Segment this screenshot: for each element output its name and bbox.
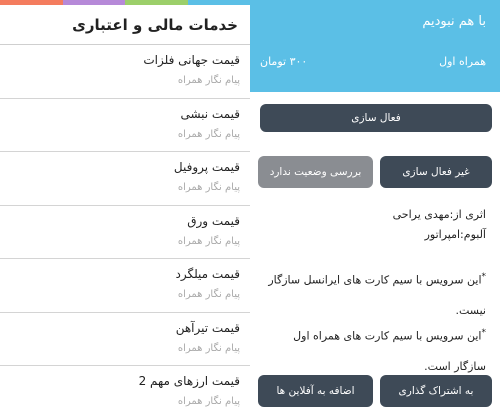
service-provider: پیام نگار همراه [177, 128, 240, 140]
note-star: * [481, 328, 487, 338]
service-name: قیمت نبشی [180, 106, 240, 121]
service-list-item[interactable]: قیمت میلگرد پیام نگار همراه [0, 259, 250, 313]
service-name: قیمت میلگرد [175, 267, 240, 281]
service-list-item[interactable]: قیمت تیرآهن پیام نگار همراه [0, 313, 250, 366]
check-status-button[interactable]: بررسی وضعیت ندارد [258, 156, 373, 188]
note-star: * [481, 272, 487, 282]
note-text: این سرویس با سیم کارت های همراه اول سازگ… [293, 329, 486, 373]
artist-label: اثری از:مهدی یراحی [392, 208, 486, 221]
compatibility-note-hamrahaval: *این سرویس با سیم کارت های همراه اول ساز… [261, 318, 486, 382]
compatibility-note-irancell: *این سرویس با سیم کارت های ایرانسل سازگا… [261, 262, 486, 326]
price-label: ۳۰۰ تومان [260, 55, 308, 68]
service-provider: پیام نگار همراه [177, 75, 240, 86]
service-name: قیمت جهانی فلزات [143, 53, 240, 67]
services-title: خدمات مالی و اعتباری [0, 5, 250, 45]
service-detail-panel: با هم نبودیم همراه اول ۳۰۰ تومان فعال سا… [250, 0, 500, 415]
operator-label: همراه اول [439, 55, 486, 68]
note-text: این سرویس با سیم کارت های ایرانسل سازگار… [268, 273, 486, 317]
service-name: قیمت پروفیل [173, 160, 240, 174]
service-provider: پیام نگار همراه [177, 235, 240, 247]
deactivate-button[interactable]: غیر فعال سازی [380, 156, 492, 188]
service-list-item[interactable]: قیمت جهانی فلزات پیام نگار همراه [0, 45, 250, 99]
service-provider: پیام نگار همراه [177, 396, 240, 407]
service-provider: پیام نگار همراه [177, 342, 240, 354]
service-list-item[interactable]: قیمت پروفیل پیام نگار همراه [0, 152, 250, 206]
service-provider: پیام نگار همراه [177, 182, 240, 193]
add-offline-button[interactable]: اضافه به آفلاین ها [258, 375, 373, 407]
services-list: قیمت جهانی فلزات پیام نگار همراه قیمت نبشی… [0, 45, 250, 415]
service-name: قیمت تیرآهن [175, 320, 240, 335]
share-button[interactable]: به اشتراک گذاری [380, 375, 492, 407]
service-title: با هم نبودیم [422, 14, 486, 29]
services-panel: خدمات مالی و اعتباری قیمت جهانی فلزات پیا… [0, 0, 250, 415]
service-provider: پیام نگار همراه [177, 289, 240, 300]
service-list-item[interactable]: قیمت ارزهای مهم 2 پیام نگار همراه [0, 366, 250, 415]
service-list-item[interactable]: قیمت ورق پیام نگار همراه [0, 206, 250, 259]
service-list-item[interactable]: قیمت نبشی پیام نگار همراه [0, 99, 250, 152]
service-name: قیمت ورق [187, 213, 240, 228]
service-name: قیمت ارزهای مهم 2 [138, 374, 240, 388]
activate-button[interactable]: فعال سازی [260, 104, 492, 132]
album-label: آلبوم:امپراتور [424, 228, 486, 241]
